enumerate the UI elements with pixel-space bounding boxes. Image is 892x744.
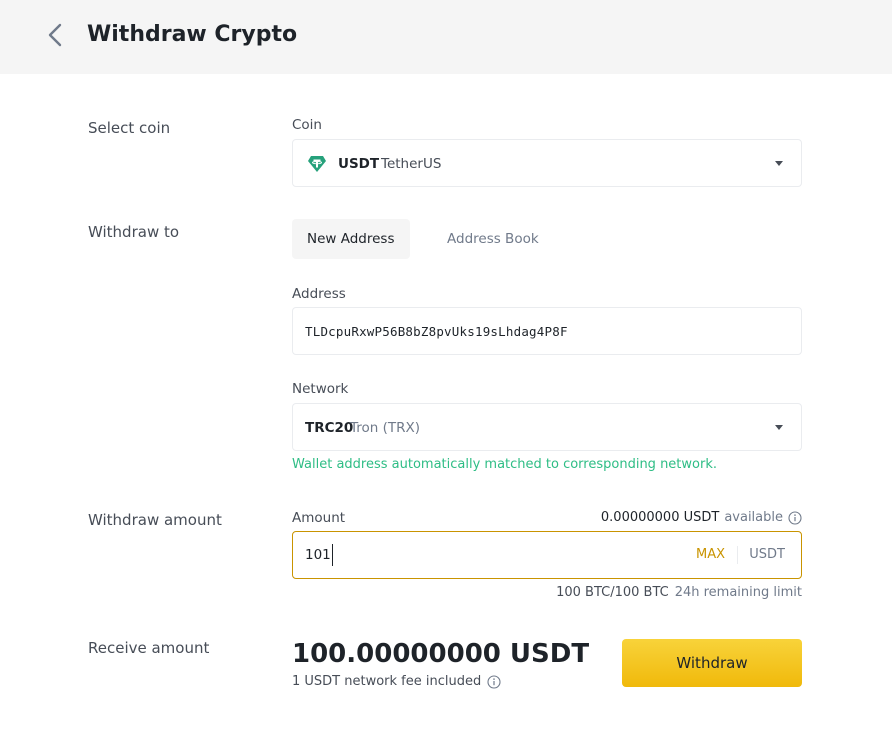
select-coin-label: Select coin xyxy=(88,119,171,137)
page-header: Withdraw Crypto xyxy=(0,0,892,74)
caret-down-icon xyxy=(775,425,783,430)
coin-name: TetherUS xyxy=(381,156,442,172)
available-balance: 0.00000000 USDT available xyxy=(601,509,802,527)
divider xyxy=(737,546,738,564)
receive-amount-label: Receive amount xyxy=(88,639,210,657)
fee-note-text: 1 USDT network fee included xyxy=(292,674,482,689)
amount-unit: USDT xyxy=(749,547,785,562)
network-code: TRC20 xyxy=(305,420,354,436)
limit-value: 100 BTC/100 BTC xyxy=(556,585,669,600)
available-word: available xyxy=(724,510,783,525)
amount-input[interactable]: 101 MAX USDT xyxy=(292,531,802,579)
address-field-label: Address xyxy=(292,286,346,302)
chevron-left-icon xyxy=(48,23,62,47)
caret-down-icon xyxy=(775,161,783,166)
address-input[interactable]: TLDcpuRxwP56B8bZ8pvUks19sLhdag4P8F xyxy=(292,307,802,355)
network-field-label: Network xyxy=(292,381,349,397)
available-amount: 0.00000000 USDT xyxy=(600,510,720,525)
limit-note: 24h remaining limit xyxy=(674,585,802,600)
coin-symbol: USDT xyxy=(338,156,380,172)
fee-note: 1 USDT network fee included xyxy=(292,673,501,691)
max-button[interactable]: MAX xyxy=(696,545,725,565)
amount-field-label: Amount xyxy=(292,510,346,526)
coin-select[interactable]: USDT TetherUS xyxy=(292,139,802,187)
network-match-note: Wallet address automatically matched to … xyxy=(292,457,717,472)
tether-icon xyxy=(308,156,326,172)
text-cursor xyxy=(332,544,333,566)
network-select[interactable]: TRC20 Tron (TRX) xyxy=(292,403,802,451)
receive-amount-value: 100.00000000 USDT xyxy=(292,639,590,669)
withdraw-button[interactable]: Withdraw xyxy=(622,639,802,687)
withdraw-limit: 100 BTC/100 BTC 24h remaining limit xyxy=(556,584,802,602)
withdraw-to-label: Withdraw to xyxy=(88,223,180,241)
address-value: TLDcpuRxwP56B8bZ8pvUks19sLhdag4P8F xyxy=(305,324,568,339)
withdraw-amount-label: Withdraw amount xyxy=(88,511,222,529)
coin-field-label: Coin xyxy=(292,117,322,133)
tab-new-address[interactable]: New Address xyxy=(292,219,410,259)
back-button[interactable] xyxy=(40,20,70,50)
amount-value: 101 xyxy=(305,547,331,563)
page-title: Withdraw Crypto xyxy=(87,22,298,47)
network-name: Tron (TRX) xyxy=(350,420,421,436)
tab-address-book[interactable]: Address Book xyxy=(432,219,554,259)
info-icon[interactable] xyxy=(788,511,802,525)
info-icon[interactable] xyxy=(487,675,501,689)
